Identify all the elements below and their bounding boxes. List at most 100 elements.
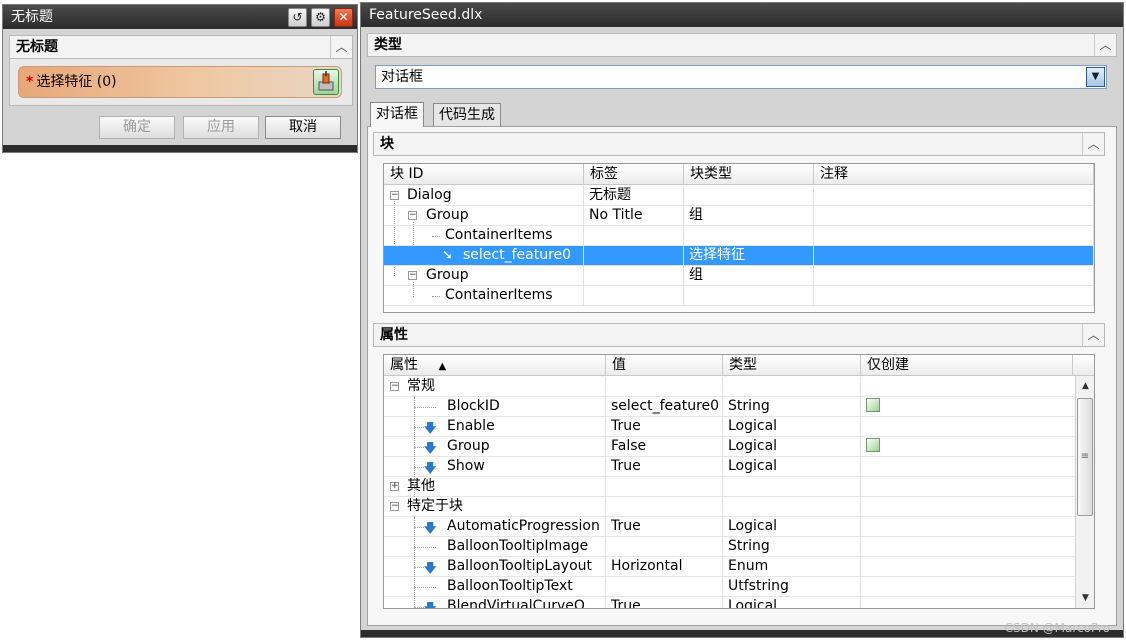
collapse-chevron-icon[interactable]: ︿	[1082, 133, 1104, 155]
note-cell	[814, 266, 1094, 286]
table-row[interactable]: ContainerItems	[384, 286, 1094, 306]
select-object-icon[interactable]	[313, 69, 339, 95]
type-dropdown[interactable]: 对话框 ▼	[375, 65, 1107, 89]
featureseed-dialog: FeatureSeed.dlx 类型 ︿ 对话框 ▼ 对话框 代码生成 块 ︿ …	[360, 2, 1124, 638]
property-row[interactable]: 🡇 Show True Logical	[384, 457, 1076, 477]
table-row-selected[interactable]: ➘ select_feature0 选择特征	[384, 246, 1094, 266]
property-row[interactable]: 🡇 Group False Logical	[384, 437, 1076, 457]
section-header-properties[interactable]: 属性 ︿	[373, 323, 1105, 347]
property-row[interactable]: 🡇 Enable True Logical	[384, 417, 1076, 437]
create-only-cell[interactable]	[861, 517, 1076, 537]
arrow-down-icon: 🡇	[424, 601, 437, 609]
property-name-cell: Group	[442, 437, 606, 457]
ok-button[interactable]: 确定	[99, 116, 175, 139]
column-header-type[interactable]: 类型	[723, 355, 861, 376]
section-header-type[interactable]: 类型 ︿	[367, 33, 1117, 57]
tree-line	[414, 567, 424, 568]
collapse-icon[interactable]: −	[390, 502, 399, 511]
collapse-chevron-icon[interactable]: ︿	[330, 36, 352, 58]
create-only-checkbox-icon[interactable]	[866, 438, 880, 452]
property-row[interactable]: 🡇 BlendVirtualCurveO True Logical	[384, 597, 1076, 609]
create-only-cell[interactable]	[861, 577, 1076, 597]
create-only-cell[interactable]	[861, 557, 1076, 577]
collapse-icon[interactable]: −	[390, 382, 399, 391]
property-value-cell: True	[606, 457, 723, 477]
collapse-icon[interactable]: −	[408, 211, 417, 220]
vertical-scrollbar[interactable]: ▲ ≡ ▼	[1075, 376, 1094, 608]
collapse-icon[interactable]: −	[408, 271, 417, 280]
block-tree-table[interactable]: 块 ID 标签 块类型 注释 − Dialog 无标题 − Group No T…	[383, 163, 1095, 313]
required-star: *	[26, 74, 34, 90]
dialog-title: FeatureSeed.dlx	[369, 7, 483, 23]
create-only-cell[interactable]	[861, 457, 1076, 477]
type-cell	[684, 286, 814, 306]
sort-ascending-icon: ▲	[438, 361, 447, 372]
type-dropdown-value: 对话框	[381, 69, 423, 85]
gear-icon[interactable]: ⚙	[311, 8, 330, 27]
tab-dialog[interactable]: 对话框	[370, 102, 424, 127]
property-row[interactable]: − 常规	[384, 377, 1076, 397]
tree-line	[414, 607, 424, 608]
property-row[interactable]: BalloonTooltipImage String	[384, 537, 1076, 557]
column-header-create-only[interactable]: 仅创建	[861, 355, 1073, 376]
table-row[interactable]: ContainerItems	[384, 226, 1094, 246]
create-only-cell[interactable]	[861, 537, 1076, 557]
tree-line	[414, 427, 424, 428]
collapse-chevron-icon[interactable]: ︿	[1094, 34, 1116, 56]
property-value-cell: select_feature0	[606, 397, 723, 417]
expand-icon[interactable]: +	[390, 482, 399, 491]
create-only-cell[interactable]	[861, 417, 1076, 437]
property-row[interactable]: 🡇 AutomaticProgression True Logical	[384, 517, 1076, 537]
create-only-checkbox-icon[interactable]	[866, 398, 880, 412]
create-only-cell[interactable]	[861, 477, 1076, 497]
table-row[interactable]: − Group No Title 组	[384, 206, 1094, 226]
properties-table[interactable]: 属性 ▲ 值 类型 仅创建 − 常规 BlockID select_feature0 S…	[383, 354, 1095, 609]
property-name-cell: AutomaticProgression	[442, 517, 606, 537]
apply-button[interactable]: 应用	[183, 116, 259, 139]
column-header-property[interactable]: 属性 ▲	[384, 355, 606, 376]
create-only-cell[interactable]	[861, 437, 1076, 457]
reset-icon[interactable]: ↺	[288, 8, 307, 27]
property-row[interactable]: 🡇 BalloonTooltipLayout Horizontal Enum	[384, 557, 1076, 577]
collapse-icon[interactable]: −	[390, 191, 399, 200]
label-cell: 无标题	[584, 186, 684, 206]
scroll-up-icon[interactable]: ▲	[1076, 377, 1094, 395]
column-header-block-type[interactable]: 块类型	[684, 164, 814, 185]
property-name-cell: 其他	[402, 477, 606, 497]
tab-code-generation[interactable]: 代码生成	[433, 103, 501, 127]
table-row[interactable]: − Group 组	[384, 266, 1094, 286]
cancel-button[interactable]: 取消	[265, 116, 341, 139]
property-type-cell: Logical	[723, 437, 861, 457]
collapse-chevron-icon[interactable]: ︿	[1082, 324, 1104, 346]
chevron-down-icon[interactable]: ▼	[1086, 67, 1105, 87]
property-row[interactable]: − 特定于块	[384, 497, 1076, 517]
column-header-value[interactable]: 值	[606, 355, 723, 376]
create-only-cell[interactable]	[861, 377, 1076, 397]
watermark: CSDN @MarcoPro	[1004, 621, 1110, 635]
section-header-block[interactable]: 块 ︿	[373, 132, 1105, 156]
column-header-label[interactable]: 标签	[584, 164, 684, 185]
table-row[interactable]: − Dialog 无标题	[384, 186, 1094, 206]
property-row[interactable]: BlockID select_feature0 String	[384, 397, 1076, 417]
tree-line	[414, 527, 424, 528]
scroll-down-icon[interactable]: ▼	[1076, 589, 1094, 607]
column-header-note[interactable]: 注释	[814, 164, 1094, 185]
create-only-cell[interactable]	[861, 497, 1076, 517]
property-row[interactable]: BalloonTooltipText Utfstring	[384, 577, 1076, 597]
close-icon[interactable]: ✕	[334, 8, 353, 27]
note-cell	[814, 226, 1094, 246]
section-header-untitled[interactable]: 无标题 ︿	[9, 35, 353, 59]
property-name-cell: 特定于块	[402, 497, 606, 517]
column-header-block-id[interactable]: 块 ID	[384, 164, 584, 185]
property-value-cell: True	[606, 417, 723, 437]
property-row[interactable]: + 其他	[384, 477, 1076, 497]
create-only-cell[interactable]	[861, 397, 1076, 417]
property-type-cell	[723, 497, 861, 517]
create-only-cell[interactable]	[861, 597, 1076, 608]
scrollbar-thumb[interactable]: ≡	[1077, 398, 1093, 516]
select-feature-row[interactable]: * 选择特征 (0)	[18, 66, 342, 98]
dialog-bottom-bar	[3, 145, 357, 152]
note-cell	[814, 246, 1094, 266]
tree-line	[414, 547, 436, 548]
label-cell	[584, 286, 684, 306]
